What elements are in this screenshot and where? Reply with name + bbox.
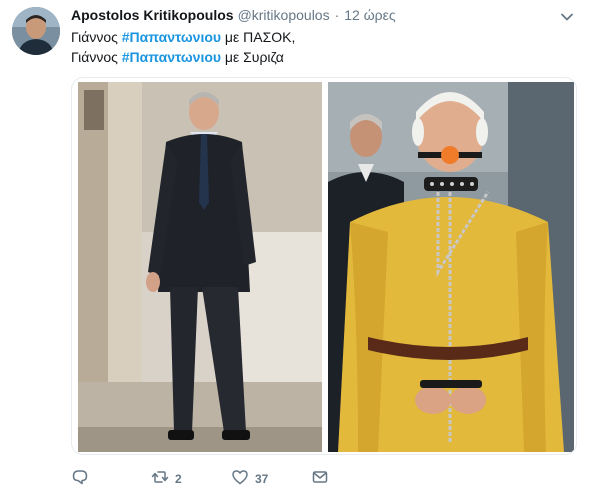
tweet-header: Apostolos Kritikopoulos @kritikopoulos ·… xyxy=(71,7,396,25)
retweet-icon xyxy=(151,468,169,491)
photo-left[interactable] xyxy=(78,82,322,452)
hashtag-link[interactable]: #Παπαντωνιου xyxy=(122,49,221,65)
tweet-text: Γιάννος #Παπαντωνιου με ΠΑΣΟΚ, Γιάννος #… xyxy=(71,27,295,67)
tweet-line-1: Γιάννος #Παπαντωνιου με ΠΑΣΟΚ, xyxy=(71,27,295,47)
direct-message-button[interactable] xyxy=(311,468,391,491)
chevron-down-icon[interactable] xyxy=(560,10,574,24)
text-segment: Γιάννος xyxy=(71,29,122,45)
heart-icon xyxy=(231,468,249,491)
media-container xyxy=(71,77,577,455)
text-segment: Γιάννος xyxy=(71,49,122,65)
separator-dot: · xyxy=(334,7,340,23)
author-name[interactable]: Apostolos Kritikopoulos xyxy=(71,7,234,23)
text-segment: με ΠΑΣΟΚ, xyxy=(221,29,296,45)
avatar[interactable] xyxy=(12,7,60,55)
envelope-icon xyxy=(311,468,329,491)
author-handle[interactable]: @kritikopoulos xyxy=(238,7,330,23)
timestamp[interactable]: 12 ώρες xyxy=(344,7,395,23)
photo-right[interactable] xyxy=(328,82,574,452)
retweet-count: 2 xyxy=(175,472,182,486)
reply-button[interactable] xyxy=(71,468,151,491)
retweet-button[interactable]: 2 xyxy=(151,468,231,491)
tweet: Apostolos Kritikopoulos @kritikopoulos ·… xyxy=(0,0,589,503)
reply-icon xyxy=(71,468,89,491)
action-bar: 2 37 xyxy=(71,468,391,490)
like-count: 37 xyxy=(255,472,269,486)
text-segment: με Συριζα xyxy=(221,49,284,65)
tweet-line-2: Γιάννος #Παπαντωνιου με Συριζα xyxy=(71,47,295,67)
like-button[interactable]: 37 xyxy=(231,468,311,491)
hashtag-link[interactable]: #Παπαντωνιου xyxy=(122,29,221,45)
avatar-photo xyxy=(12,7,60,55)
